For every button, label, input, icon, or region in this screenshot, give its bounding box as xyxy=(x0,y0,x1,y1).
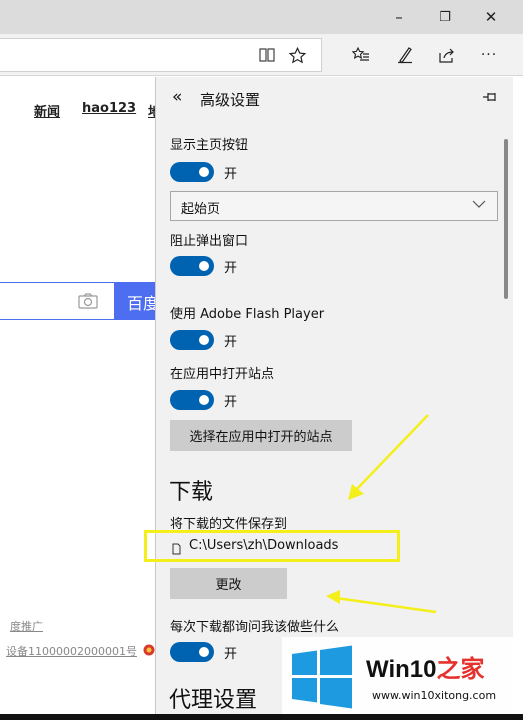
brand-suffix: 之家 xyxy=(436,656,485,683)
bottom-edge xyxy=(0,714,523,720)
watermark-logo: Win10之家 www.win10xitong.com xyxy=(282,637,523,720)
watermark-url: www.win10xitong.com xyxy=(372,689,497,702)
windows-logo-icon xyxy=(290,645,354,713)
watermark-brand: Win10之家 xyxy=(366,649,484,684)
annotation-arrows xyxy=(326,414,437,614)
brand-name: Win10 xyxy=(366,656,437,683)
